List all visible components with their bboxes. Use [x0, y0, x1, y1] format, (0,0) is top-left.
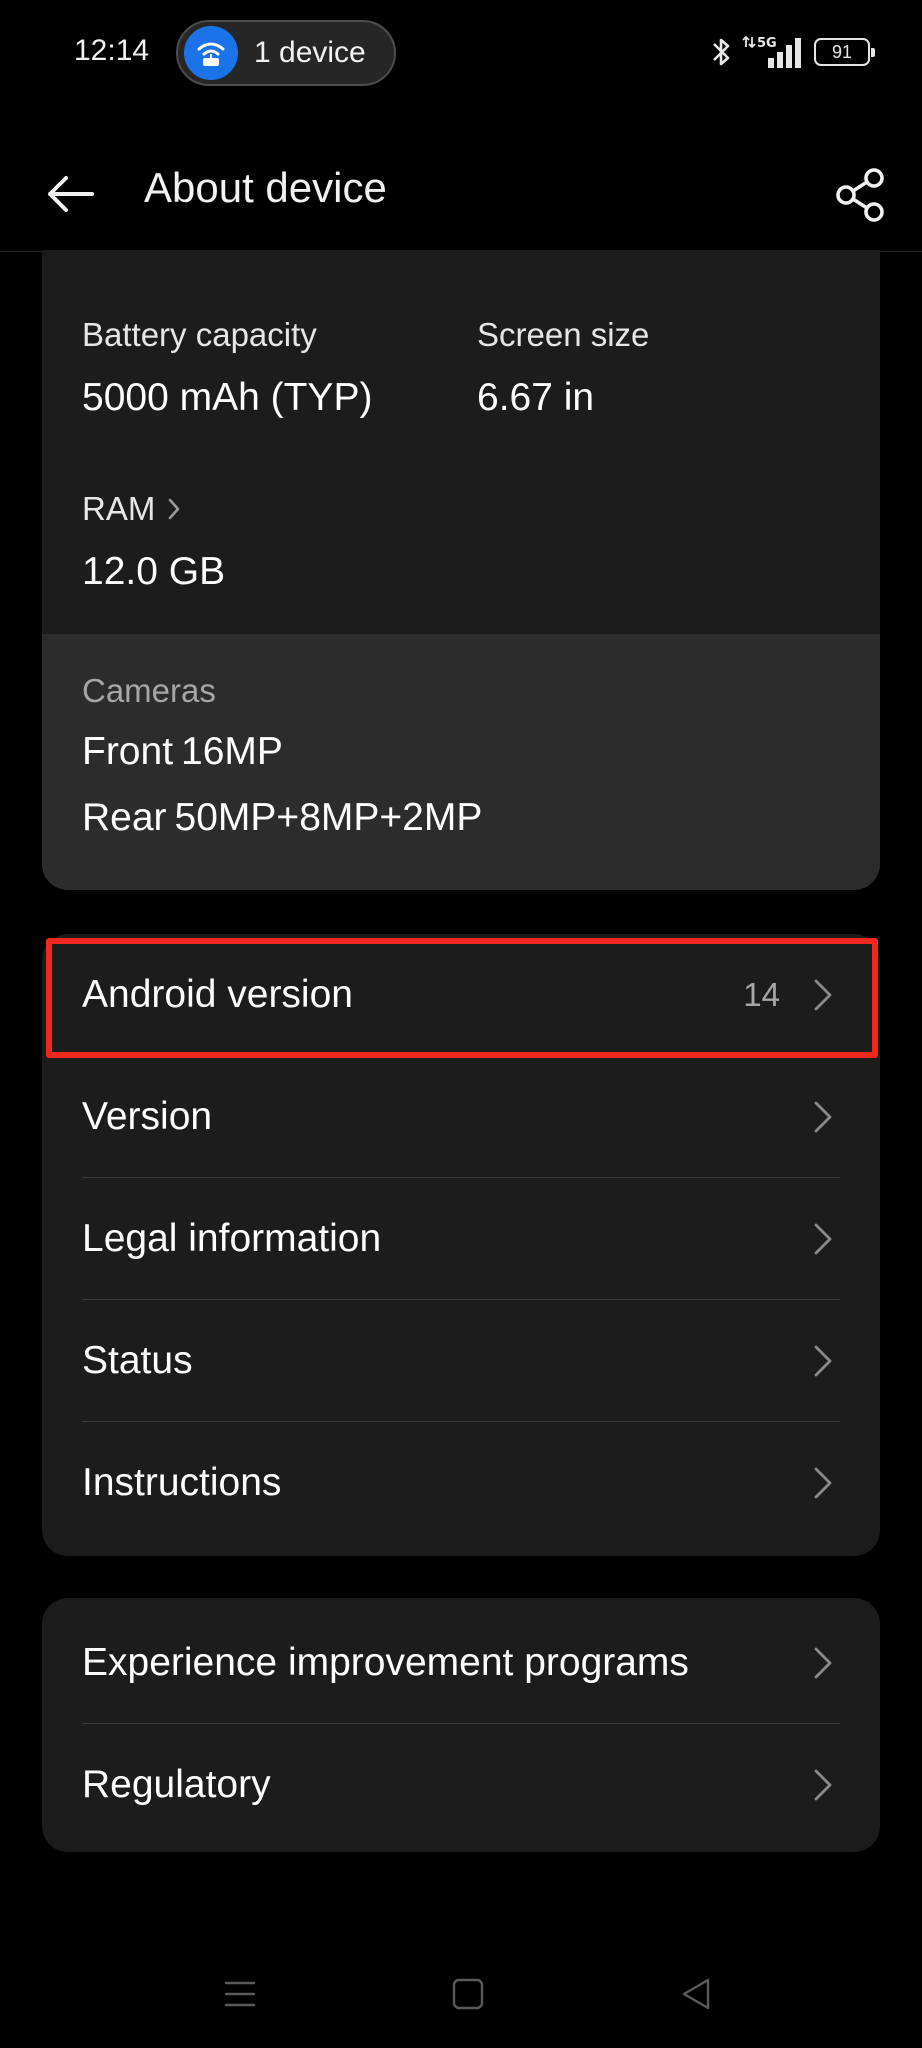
ram-label: RAM — [82, 490, 156, 527]
menu-icon — [224, 1981, 256, 2007]
status-time: 12:14 — [74, 34, 150, 67]
back-nav-button[interactable] — [674, 1972, 718, 2016]
chevron-right-icon — [814, 1467, 832, 1499]
battery-capacity-spec: Battery capacity 5000 mAh (TYP) — [82, 316, 372, 420]
navigation-bar — [0, 1960, 922, 2028]
battery-capacity-label: Battery capacity — [82, 316, 317, 353]
status-row[interactable]: Status — [42, 1300, 880, 1422]
screen-size-label: Screen size — [477, 316, 650, 353]
signal-icon: 5G — [742, 35, 801, 68]
triangle-back-icon — [682, 1978, 710, 2010]
legal-information-row[interactable]: Legal information — [42, 1178, 880, 1300]
instructions-row[interactable]: Instructions — [42, 1422, 880, 1544]
experience-improvement-label: Experience improvement programs — [82, 1641, 689, 1684]
chevron-right-icon — [814, 1345, 832, 1377]
front-camera-line: Front 16MP — [82, 730, 283, 774]
share-button[interactable] — [826, 160, 896, 230]
battery-icon: 91 — [814, 38, 875, 66]
front-camera-label: Front — [82, 730, 174, 773]
chevron-right-icon — [814, 1223, 832, 1255]
highlight-box — [46, 938, 878, 1058]
rear-camera-value: 50MP+8MP+2MP — [174, 796, 483, 839]
menu-button[interactable] — [218, 1972, 262, 2016]
experience-improvement-row[interactable]: Experience improvement programs — [42, 1602, 880, 1724]
ram-spec[interactable]: RAM 12.0 GB — [82, 490, 225, 594]
network-type: 5G — [757, 36, 777, 51]
home-icon — [452, 1978, 484, 2010]
chevron-right-icon — [814, 1101, 832, 1133]
version-row[interactable]: Version — [42, 1056, 880, 1178]
device-specs-card: Battery capacity 5000 mAh (TYP) Screen s… — [42, 250, 880, 890]
hotspot-indicator[interactable]: 1 device — [176, 20, 396, 86]
battery-level: 91 — [831, 42, 853, 62]
regulatory-label: Regulatory — [82, 1763, 271, 1806]
rear-camera-line: Rear 50MP+8MP+2MP — [82, 796, 482, 840]
status-bar: 12:14 1 device 5G 91 — [0, 0, 922, 108]
share-icon — [836, 168, 884, 222]
front-camera-value: 16MP — [181, 730, 283, 773]
status-label: Status — [82, 1339, 193, 1382]
ram-value: 12.0 GB — [82, 550, 226, 593]
home-button[interactable] — [446, 1972, 490, 2016]
cameras-section: Cameras Front 16MP Rear 50MP+8MP+2MP — [42, 634, 880, 890]
chevron-right-icon — [814, 1647, 832, 1679]
wifi-hotspot-icon — [184, 26, 238, 80]
hotspot-label: 1 device — [254, 36, 366, 69]
version-label: Version — [82, 1095, 213, 1138]
app-bar: About device — [0, 108, 922, 252]
legal-information-label: Legal information — [82, 1217, 382, 1260]
chevron-right-icon — [814, 1769, 832, 1801]
rear-camera-label: Rear — [82, 796, 167, 839]
page-title: About device — [144, 164, 387, 211]
instructions-label: Instructions — [82, 1461, 282, 1504]
screen-size-value: 6.67 in — [477, 376, 595, 419]
battery-capacity-value: 5000 mAh (TYP) — [82, 376, 373, 419]
screen-size-spec: Screen size 6.67 in — [477, 316, 649, 420]
chevron-right-icon — [169, 498, 180, 520]
regulatory-row[interactable]: Regulatory — [42, 1724, 880, 1846]
bluetooth-icon — [713, 38, 730, 66]
more-info-card: Experience improvement programs Regulato… — [42, 1598, 880, 1852]
back-button[interactable] — [36, 158, 108, 230]
status-icons: 5G 91 — [710, 34, 875, 70]
arrow-left-icon — [48, 176, 94, 212]
cameras-label: Cameras — [82, 672, 216, 709]
